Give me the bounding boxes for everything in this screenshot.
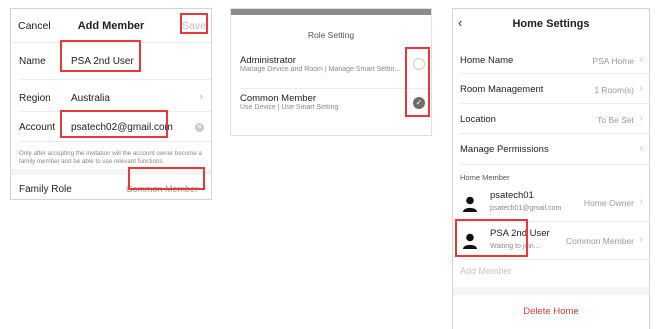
person-icon — [463, 233, 477, 249]
account-field[interactable]: psatech02@gmail.com — [71, 122, 173, 133]
person-icon — [463, 196, 477, 212]
divider — [460, 103, 649, 104]
divider — [240, 88, 431, 89]
region-label: Region — [19, 93, 51, 104]
manage-permissions-label[interactable]: Manage Permissions — [460, 144, 549, 155]
role-option-subtitle: Manage Device and Room | Manage Smart Se… — [240, 66, 401, 73]
sheet-top-bar — [231, 9, 431, 15]
member-status: Waiting to join... — [490, 243, 540, 250]
delete-home-button[interactable]: Delete Home — [453, 306, 649, 317]
chevron-right-icon: › — [639, 196, 643, 207]
divider — [19, 141, 211, 142]
divider — [460, 221, 649, 222]
home-member-section-label: Home Member — [460, 173, 510, 182]
room-management-value: 1 Room(s) — [594, 85, 634, 95]
divider — [460, 73, 649, 74]
home-settings-screen: ‹ Home Settings Home Name PSA Home › Roo… — [452, 8, 650, 329]
add-member-button[interactable]: Add Member — [460, 266, 512, 276]
chevron-right-icon: › — [639, 143, 643, 154]
member-email: psatech01@gmail.com — [490, 205, 562, 212]
invitation-hint: Only after accepting the invitation will… — [19, 150, 202, 165]
role-option-subtitle: Use Device | Use Smart Setting — [240, 104, 339, 111]
member-role: Common Member — [565, 236, 634, 246]
home-name-label[interactable]: Home Name — [460, 55, 513, 66]
save-button[interactable]: Save — [182, 20, 206, 32]
divider — [460, 164, 649, 165]
page-title: Home Settings — [512, 18, 590, 30]
role-option-title[interactable]: Administrator — [240, 55, 296, 66]
family-role-label: Family Role — [19, 184, 72, 195]
member-name[interactable]: psatech01 — [490, 190, 534, 201]
region-value[interactable]: Australia — [71, 93, 110, 104]
divider — [19, 79, 211, 80]
divider — [460, 259, 649, 260]
clear-icon[interactable]: ✕ — [195, 123, 204, 132]
member-name[interactable]: PSA 2nd User — [490, 228, 550, 239]
member-role: Home Owner — [583, 198, 634, 208]
role-setting-sheet: Role Setting Administrator Manage Device… — [230, 8, 432, 136]
chevron-right-icon: › — [639, 83, 643, 94]
page-title: Add Member — [77, 20, 145, 32]
chevron-right-icon: › — [199, 91, 203, 103]
header: Cancel Add Member Save — [11, 9, 211, 43]
location-value: To Be Set — [597, 115, 634, 125]
name-field[interactable]: PSA 2nd User — [71, 56, 134, 67]
chevron-right-icon: › — [202, 182, 206, 194]
chevron-right-icon: › — [639, 234, 643, 245]
divider — [19, 111, 211, 112]
location-label[interactable]: Location — [460, 114, 496, 125]
chevron-right-icon: › — [639, 113, 643, 124]
room-management-label[interactable]: Room Management — [460, 84, 543, 95]
radio-unselected-icon[interactable] — [413, 58, 425, 70]
role-option-title[interactable]: Common Member — [240, 93, 316, 104]
name-label: Name — [19, 56, 46, 67]
section-gap — [453, 287, 649, 295]
check-icon[interactable]: ✓ — [413, 97, 425, 109]
add-member-screen: Cancel Add Member Save Name PSA 2nd User… — [10, 8, 212, 200]
home-name-value: PSA Home — [592, 56, 634, 66]
family-role-value[interactable]: Common Member — [126, 184, 198, 194]
section-gap — [11, 169, 211, 175]
divider — [460, 133, 649, 134]
chevron-right-icon: › — [639, 54, 643, 65]
sheet-title: Role Setting — [307, 30, 355, 40]
account-label: Account — [19, 122, 56, 133]
